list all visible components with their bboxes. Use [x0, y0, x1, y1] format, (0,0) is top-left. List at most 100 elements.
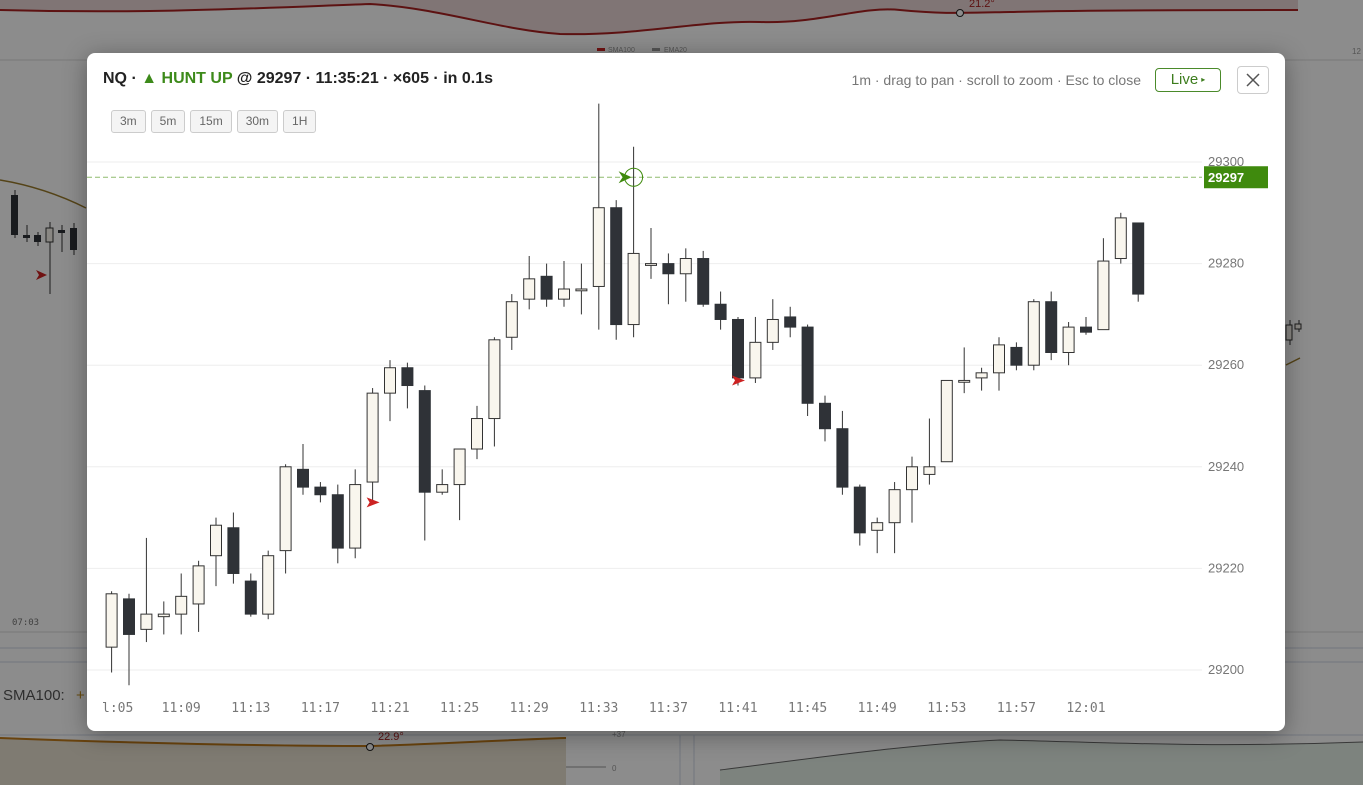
candle [540, 263, 553, 307]
close-button[interactable] [1237, 66, 1269, 94]
live-button[interactable]: Live ▸ [1155, 68, 1221, 92]
candle [105, 591, 118, 673]
candle [331, 484, 344, 564]
timeframe-1h-button[interactable]: 1H [283, 110, 317, 133]
candle-body [1062, 326, 1075, 354]
candle-body [923, 466, 936, 475]
candle-body [645, 263, 657, 266]
candle [453, 448, 466, 521]
candle [645, 228, 657, 279]
signal-details: @ 29297 · 11:35:21 · ×605 · in 0.1s [232, 70, 493, 87]
close-icon [1246, 73, 1260, 87]
candle [227, 512, 240, 584]
candle [244, 573, 257, 617]
timeframe-5m-button[interactable]: 5m [150, 110, 186, 133]
candle-body [244, 580, 257, 615]
candle [888, 482, 901, 554]
candle [471, 405, 483, 460]
candle [906, 456, 918, 523]
candle [1080, 316, 1092, 335]
x-tick-label: 11:57 [997, 701, 1036, 716]
candle [662, 253, 675, 305]
candle-body [749, 341, 762, 379]
candle-body [401, 367, 414, 387]
candle [1132, 222, 1145, 302]
y-tick-label: 29200 [1208, 662, 1244, 677]
candle-body [1097, 260, 1110, 331]
x-tick-label: 11:17 [301, 701, 340, 716]
x-tick-label: 11:45 [788, 701, 827, 716]
candle-body [488, 339, 501, 420]
candle-body [575, 288, 588, 292]
candle-body [993, 344, 1005, 374]
y-tick-label: 29280 [1208, 256, 1244, 271]
candle [1097, 238, 1110, 331]
candle [349, 469, 362, 559]
candle-body [314, 486, 327, 496]
timeframe-15m-button[interactable]: 15m [190, 110, 232, 133]
candle-body [279, 466, 292, 552]
candle [314, 482, 327, 503]
candle-body [105, 593, 118, 648]
candle [175, 573, 188, 635]
x-tick-label: 11:29 [510, 701, 549, 716]
candle [436, 469, 449, 495]
candle [558, 261, 570, 307]
candlestick-chart[interactable]: 293002928029260292402922029200l:05 11:09 1… [87, 53, 1285, 731]
candle-body [975, 372, 988, 379]
candle [1045, 291, 1058, 361]
candle-body [888, 489, 901, 524]
candle-body [192, 565, 205, 605]
candle [732, 316, 744, 386]
candle-body [1080, 326, 1092, 333]
candle [853, 484, 866, 546]
candle [871, 517, 884, 554]
y-tick-label: 29260 [1208, 357, 1244, 372]
candle-body [540, 275, 553, 300]
candle-body [819, 402, 831, 430]
candle-body [558, 288, 570, 300]
symbol: NQ [103, 70, 127, 87]
x-tick-label: 11:37 [649, 701, 688, 716]
candle [940, 379, 953, 463]
timeframe-30m-button[interactable]: 30m [236, 110, 279, 133]
candle-body [871, 522, 884, 531]
x-tick-label: l:05 [102, 701, 133, 716]
candle [697, 250, 710, 307]
up-arrow-icon: ▲ [141, 70, 158, 87]
candle [610, 200, 623, 340]
live-label: Live [1170, 71, 1199, 88]
candle [384, 360, 396, 422]
candle-body [471, 418, 483, 450]
candle [958, 347, 971, 394]
candle-body [418, 390, 431, 493]
candle-body [610, 207, 623, 326]
x-tick-label: 11:21 [370, 701, 409, 716]
chart-modal: 29300 29280 29260 29240 29220 29200 l:05 11:09 1… [87, 53, 1285, 731]
candle [1010, 342, 1023, 371]
candle [923, 418, 936, 485]
candle-body [453, 448, 466, 486]
candle [766, 299, 779, 350]
candle-body [732, 318, 744, 379]
candle-body [697, 258, 710, 305]
candle [836, 410, 849, 495]
candle-body [262, 555, 275, 615]
candle [1062, 322, 1075, 366]
modal-title: NQ · ▲ HUNT UP @ 29297 · 11:35:21 · ×605… [103, 70, 493, 87]
candle-body [627, 252, 640, 326]
candle [993, 337, 1005, 391]
candle [1114, 212, 1127, 264]
candle [975, 367, 988, 391]
candle-body [662, 263, 675, 275]
candle [488, 337, 501, 447]
candle [401, 362, 414, 409]
candle-body [227, 527, 240, 574]
x-tick-label: 11:49 [858, 701, 897, 716]
candle [627, 146, 640, 338]
candle [784, 306, 797, 338]
candle [819, 395, 831, 442]
candle-body [349, 484, 362, 549]
candle-body [1045, 301, 1058, 353]
timeframe-3m-button[interactable]: 3m [111, 110, 146, 133]
